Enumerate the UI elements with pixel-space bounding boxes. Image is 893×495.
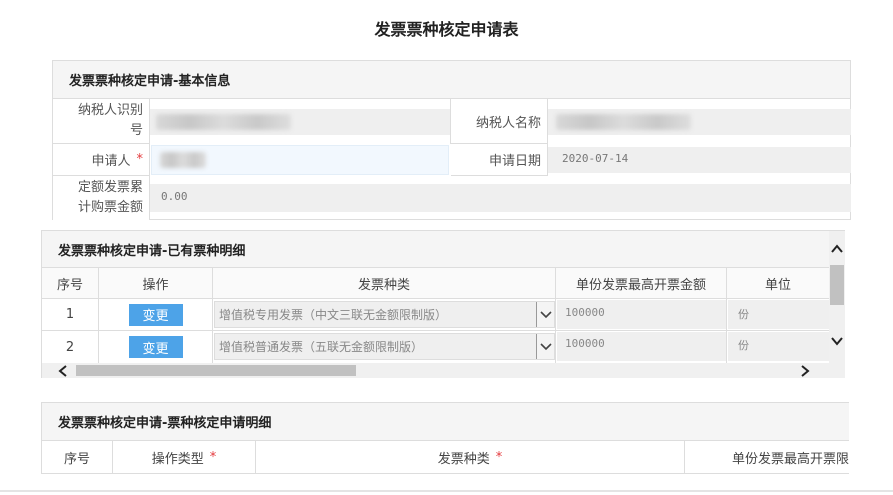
taxpayer-id-redacted <box>156 114 291 130</box>
taxpayer-id-label-line1: 纳税人识别 <box>77 103 143 118</box>
table-header-row: 序号 操作 发票种类 单份发票最高开票金额 单位 <box>42 267 829 299</box>
vertical-scrollbar[interactable] <box>829 231 845 363</box>
bottom-divider <box>0 490 893 492</box>
taxpayer-name-redacted <box>556 114 691 130</box>
unit-value: 份 <box>728 332 829 361</box>
invoice-type-select[interactable]: 增值税普通发票（五联无金额限制版） <box>214 333 555 360</box>
invoice-type-cell: 增值税普通发票（五联无金额限制版） <box>213 331 556 363</box>
horizontal-scroll-thumb[interactable] <box>76 365 356 376</box>
invoice-type-select[interactable]: 增值税专用发票（中文三联无金额限制版） <box>214 301 555 328</box>
apply-detail-title: 发票票种核定申请-票种核定申请明细 <box>58 416 272 431</box>
quota-amount-value: 0.00 <box>150 184 851 212</box>
col-header-max-amount: 单份发票最高开票限 <box>685 441 849 473</box>
unit-cell: 份 <box>727 331 829 363</box>
basic-info-title: 发票票种核定申请-基本信息 <box>69 74 231 89</box>
col-header-invoice-type: 发票种类 * <box>256 441 685 473</box>
apply-date-label: 申请日期 <box>451 144 548 176</box>
applicant-redacted <box>160 152 206 168</box>
chevron-up-icon[interactable] <box>831 243 843 253</box>
existing-types-header: 发票票种核定申请-已有票种明细 <box>42 231 844 267</box>
col-header-action: 操作 <box>99 268 213 298</box>
applicant-required-mark: * <box>136 152 144 167</box>
unit-cell: 份 <box>727 299 829 330</box>
basic-info-panel: 发票票种核定申请-基本信息 纳税人识别 号 纳税人名称 申请人 * 申请日期 2… <box>52 60 851 220</box>
col-header-max-amount: 单份发票最高开票金额 <box>556 268 727 298</box>
taxpayer-id-label: 纳税人识别 号 <box>53 99 150 144</box>
invoice-type-value: 增值税普通发票（五联无金额限制版） <box>219 340 424 354</box>
max-amount-value: 100000 <box>557 332 726 361</box>
max-amount-cell: 100000 <box>556 331 727 363</box>
change-button[interactable]: 变更 <box>128 303 183 326</box>
apply-detail-header: 发票票种核定申请-票种核定申请明细 <box>42 403 849 441</box>
apply-date-value: 2020-07-14 <box>548 147 851 173</box>
col-header-invoice-type: 发票种类 <box>213 268 556 298</box>
taxpayer-name-label: 纳税人名称 <box>451 99 548 144</box>
taxpayer-id-value <box>150 109 450 135</box>
chevron-down-icon <box>536 302 554 327</box>
col-header-unit: 单位 <box>727 268 829 298</box>
taxpayer-name-value <box>548 109 851 135</box>
horizontal-scrollbar[interactable] <box>42 363 845 378</box>
existing-types-panel: 发票票种核定申请-已有票种明细 序号 操作 发票种类 单份发票最高开票金额 单位… <box>41 230 845 378</box>
basic-info-header: 发票票种核定申请-基本信息 <box>53 61 850 99</box>
table-row: 2 变更 增值税普通发票（五联无金额限制版） 100000 份 <box>42 331 829 363</box>
chevron-down-icon[interactable] <box>831 335 843 346</box>
applicant-label-text: 申请人 <box>91 154 131 169</box>
quota-amount-text: 0.00 <box>161 190 188 203</box>
max-amount-value: 100000 <box>557 300 726 329</box>
invoice-type-text: 发票种类 <box>437 451 490 467</box>
row-action-cell: 变更 <box>99 331 213 363</box>
apply-date-text: 2020-07-14 <box>562 152 629 165</box>
operation-type-required-mark: * <box>209 449 217 465</box>
taxpayer-name-label-text: 纳税人名称 <box>475 115 541 131</box>
chevron-down-icon <box>536 334 554 359</box>
col-header-no: 序号 <box>42 268 99 298</box>
quota-amount-label: 定额发票累 计购票金额 <box>53 176 150 220</box>
change-button[interactable]: 变更 <box>128 336 183 358</box>
unit-value: 份 <box>728 300 829 329</box>
quota-label-line2: 计购票金额 <box>77 200 143 215</box>
apply-date-label-text: 申请日期 <box>488 154 541 169</box>
existing-types-table: 序号 操作 发票种类 单份发票最高开票金额 单位 1 变更 增值税专用发票（中文… <box>42 267 829 363</box>
invoice-type-required-mark: * <box>495 449 503 465</box>
row-action-cell: 变更 <box>99 299 213 330</box>
operation-type-text: 操作类型 <box>151 451 204 467</box>
col-header-no: 序号 <box>42 441 113 473</box>
chevron-right-icon[interactable] <box>800 365 810 377</box>
vertical-scroll-thumb[interactable] <box>830 265 844 305</box>
invoice-type-value: 增值税专用发票（中文三联无金额限制版） <box>219 308 448 322</box>
apply-detail-panel: 发票票种核定申请-票种核定申请明细 序号 操作类型 * 发票种类 * 单份发票最… <box>41 402 849 474</box>
existing-types-title: 发票票种核定申请-已有票种明细 <box>58 243 246 259</box>
applicant-label: 申请人 * <box>53 144 150 176</box>
applicant-input[interactable] <box>151 145 449 175</box>
max-amount-text: 单份发票最高开票限 <box>731 451 849 467</box>
row-number: 2 <box>42 331 99 363</box>
invoice-type-cell: 增值税专用发票（中文三联无金额限制版） <box>213 299 556 330</box>
page-title: 发票票种核定申请表 <box>374 20 519 39</box>
taxpayer-id-label-line2: 号 <box>129 123 143 138</box>
quota-label-line1: 定额发票累 <box>77 180 143 195</box>
max-amount-cell: 100000 <box>556 299 727 330</box>
apply-detail-table-header: 序号 操作类型 * 发票种类 * 单份发票最高开票限 <box>42 441 849 473</box>
table-row: 1 变更 增值税专用发票（中文三联无金额限制版） 100000 份 <box>42 299 829 331</box>
row-number: 1 <box>42 299 99 330</box>
chevron-left-icon[interactable] <box>58 365 68 377</box>
col-header-operation-type: 操作类型 * <box>113 441 256 473</box>
